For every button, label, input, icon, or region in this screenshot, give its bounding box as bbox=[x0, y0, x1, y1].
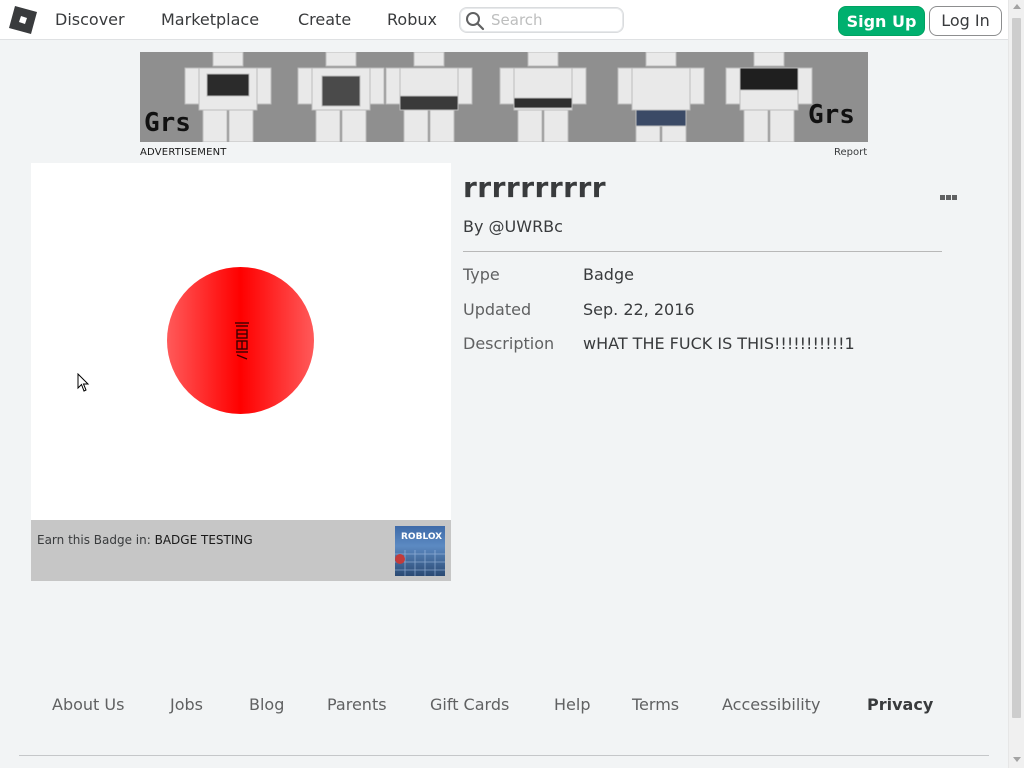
log-in-button[interactable]: Log In bbox=[929, 6, 1002, 36]
nav-robux-link[interactable]: Robux bbox=[387, 10, 437, 29]
search-box[interactable] bbox=[459, 7, 624, 33]
search-input[interactable] bbox=[491, 10, 619, 30]
game-thumbnail[interactable]: ROBLOX bbox=[395, 526, 445, 576]
advertisement-banner[interactable]: Grs Grs bbox=[140, 52, 868, 142]
description-value: wHAT THE FUCK IS THIS!!!!!!!!!!!1 bbox=[583, 334, 855, 353]
footer-gift-cards-link[interactable]: Gift Cards bbox=[430, 695, 509, 714]
game-thumbnail-text: ROBLOX bbox=[401, 532, 443, 542]
ad-brand-right: Grs bbox=[808, 100, 855, 130]
top-navigation-bar: Discover Marketplace Create Robux Sign U… bbox=[0, 0, 1008, 40]
updated-label: Updated bbox=[463, 300, 532, 319]
more-options-icon[interactable] bbox=[940, 185, 960, 200]
type-value: Badge bbox=[583, 265, 634, 284]
game-name-link[interactable]: BADGE TESTING bbox=[155, 533, 253, 547]
earn-badge-text: Earn this Badge in: BADGE TESTING bbox=[37, 533, 253, 547]
report-ad-link[interactable]: Report bbox=[834, 147, 867, 158]
page-scrollbar[interactable] bbox=[1008, 0, 1024, 768]
footer-accessibility-link[interactable]: Accessibility bbox=[722, 695, 820, 714]
footer-jobs-link[interactable]: Jobs bbox=[170, 695, 203, 714]
nav-discover-link[interactable]: Discover bbox=[55, 10, 125, 29]
scroll-up-arrow-icon[interactable] bbox=[1013, 4, 1021, 9]
description-label: Description bbox=[463, 334, 555, 353]
ad-brand-left: Grs bbox=[144, 108, 191, 138]
roblox-logo-icon[interactable] bbox=[9, 6, 37, 34]
badge-scribble-graphic bbox=[235, 322, 249, 360]
badge-image-panel bbox=[31, 163, 451, 520]
updated-value: Sep. 22, 2016 bbox=[583, 300, 695, 319]
footer-help-link[interactable]: Help bbox=[554, 695, 590, 714]
creator-link[interactable]: By @UWRBc bbox=[463, 217, 563, 236]
footer-divider bbox=[19, 755, 989, 756]
advertisement-label: ADVERTISEMENT bbox=[140, 147, 227, 158]
ad-avatar-image bbox=[184, 52, 813, 142]
footer-about-us-link[interactable]: About Us bbox=[52, 695, 124, 714]
footer-terms-link[interactable]: Terms bbox=[632, 695, 679, 714]
type-label: Type bbox=[463, 265, 500, 284]
scrollbar-thumb[interactable] bbox=[1012, 18, 1021, 718]
scroll-down-arrow-icon[interactable] bbox=[1013, 757, 1021, 762]
sign-up-button[interactable]: Sign Up bbox=[838, 6, 925, 36]
badge-title: rrrrrrrrrr bbox=[463, 171, 607, 204]
footer-blog-link[interactable]: Blog bbox=[249, 695, 284, 714]
mouse-cursor-icon bbox=[77, 373, 90, 392]
details-divider bbox=[463, 251, 942, 252]
footer-privacy-link[interactable]: Privacy bbox=[867, 695, 933, 714]
earn-badge-prefix: Earn this Badge in: bbox=[37, 533, 155, 547]
search-icon[interactable] bbox=[465, 11, 485, 31]
nav-marketplace-link[interactable]: Marketplace bbox=[161, 10, 259, 29]
footer-parents-link[interactable]: Parents bbox=[327, 695, 387, 714]
earn-badge-bar: Earn this Badge in: BADGE TESTING ROBLOX bbox=[31, 520, 451, 581]
nav-create-link[interactable]: Create bbox=[298, 10, 351, 29]
